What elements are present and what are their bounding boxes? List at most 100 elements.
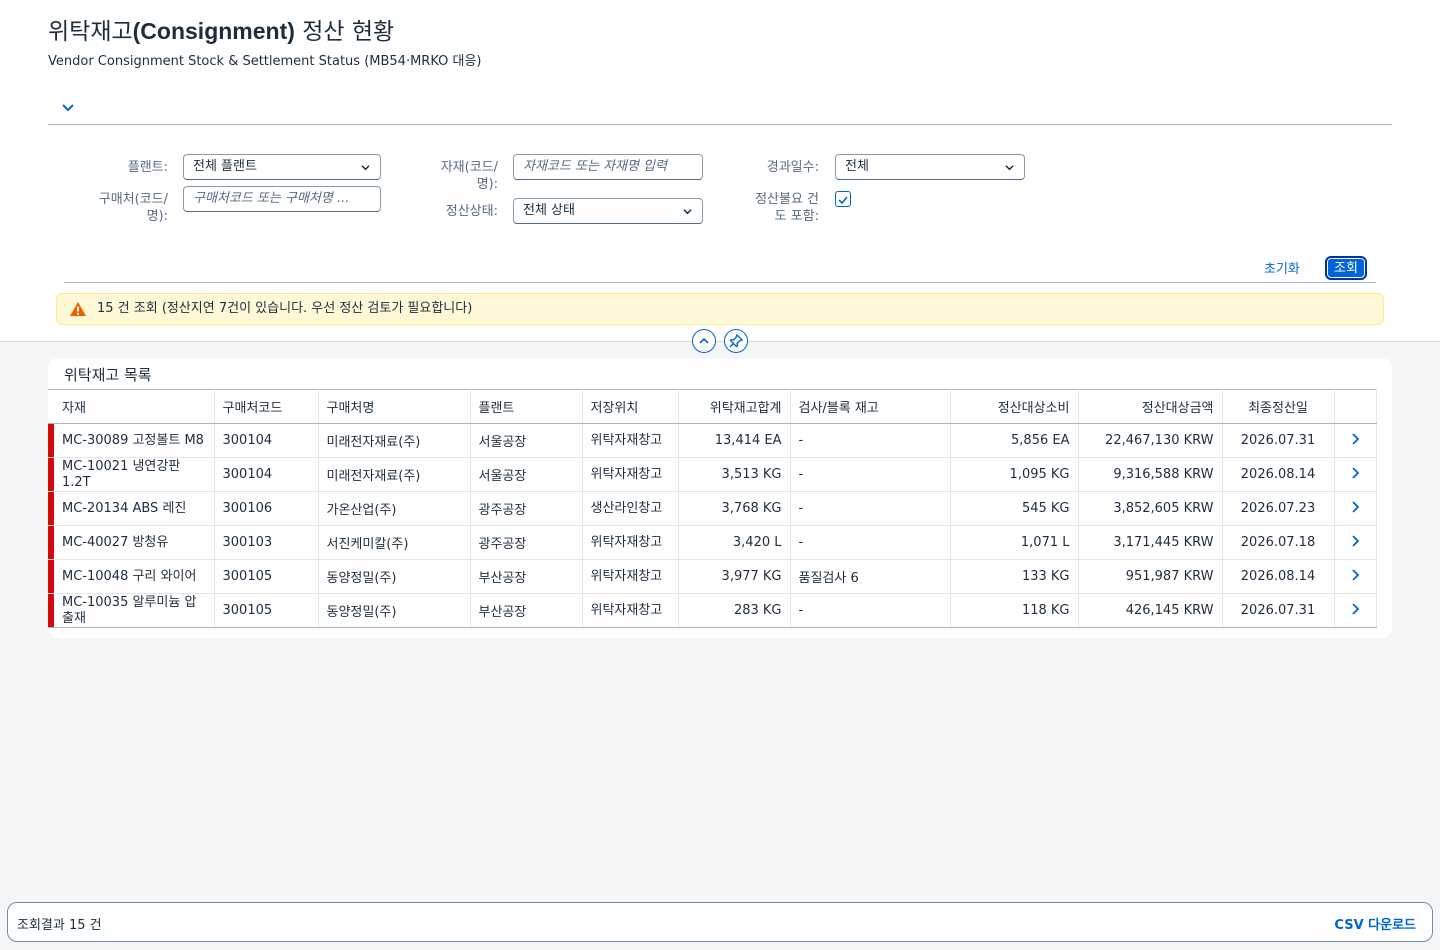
- table-title: 위탁재고 목록: [64, 366, 152, 384]
- blocked-stock-cell: -: [790, 457, 951, 492]
- material-cell: MC-10035 알루미늄 압출재: [54, 593, 215, 628]
- settlement-consumption-cell: 1,095 KG: [950, 457, 1079, 492]
- vendor-name-cell: 동양정밀(주): [318, 559, 471, 594]
- material-cell: MC-40027 방청유: [54, 525, 215, 560]
- include-label: 정산불요 건도 포함:: [755, 192, 819, 224]
- plant-cell: 서울공장: [470, 423, 583, 458]
- table-header-row: 자재 구매처코드 구매처명 플랜트 저장위치 위탁재고합계 검사/블록 재고 정…: [48, 389, 1377, 424]
- settlement-consumption-cell: 133 KG: [950, 559, 1079, 594]
- storage-location-cell: 생산라인창고: [582, 491, 679, 526]
- consignment-table-panel: 위탁재고 목록 자재 구매처코드 구매처명 플랜트 저장위치 위탁재고합계 검사…: [48, 358, 1392, 638]
- table-row[interactable]: MC-30089 고정볼트 M8 300104 미래전자재료(주) 서울공장 위탁자재창…: [48, 423, 1377, 458]
- table-row[interactable]: MC-10021 냉연강판 1.2T 300104 미래전자재료(주) 서울공장 위탁자…: [48, 457, 1377, 492]
- expand-header-button[interactable]: [58, 97, 78, 117]
- row-navigation[interactable]: [1334, 457, 1377, 492]
- table-row[interactable]: MC-10035 알루미늄 압출재 300105 동양정밀(주) 부산공장 위탁자재창고…: [48, 593, 1377, 628]
- warning-message-strip: 15 건 조회 (정산지연 7건이 있습니다. 우선 정산 검토가 필요합니다): [56, 293, 1384, 325]
- elapsed-days-value: 전체: [845, 159, 869, 174]
- vendor-name-cell: 미래전자재료(주): [318, 457, 471, 492]
- vendor-code-cell: 300104: [214, 457, 319, 492]
- row-navigation[interactable]: [1334, 491, 1377, 526]
- last-settlement-date-cell: 2026.07.31: [1222, 593, 1335, 628]
- plant-label: 플랜트:: [127, 160, 168, 175]
- storage-location-cell: 위탁자재창고: [582, 423, 679, 458]
- material-label: 자재(코드/명):: [440, 160, 498, 192]
- column-header[interactable]: 정산대상금액: [1078, 389, 1223, 424]
- collapse-header-button[interactable]: [692, 329, 716, 353]
- table-row[interactable]: MC-10048 구리 와이어 300105 동양정밀(주) 부산공장 위탁자재창고 3,…: [48, 559, 1377, 594]
- vendor-name-cell: 가온산업(주): [318, 491, 471, 526]
- storage-location-cell: 위탁자재창고: [582, 525, 679, 560]
- column-header[interactable]: 구매처코드: [214, 389, 319, 424]
- vendor-label: 구매처(코드/명):: [98, 192, 168, 224]
- column-header[interactable]: 검사/블록 재고: [790, 389, 951, 424]
- column-header[interactable]: 위탁재고합계: [678, 389, 791, 424]
- material-cell: MC-10021 냉연강판 1.2T: [54, 457, 215, 492]
- vendor-code-cell: 300104: [214, 423, 319, 458]
- filter-divider: [64, 282, 1376, 283]
- plant-cell: 광주공장: [470, 525, 583, 560]
- vendor-code-cell: 300103: [214, 525, 319, 560]
- column-header[interactable]: 플랜트: [470, 389, 583, 424]
- plant-cell: 광주공장: [470, 491, 583, 526]
- last-settlement-date-cell: 2026.08.14: [1222, 457, 1335, 492]
- page-header: 위탁재고(Consignment) 정산 현황 Vendor Consignme…: [0, 0, 1440, 342]
- column-header[interactable]: 자재: [54, 389, 215, 424]
- csv-download-button[interactable]: CSV 다운로드: [1334, 914, 1416, 933]
- consignment-stock-cell: 3,513 KG: [678, 457, 791, 492]
- plant-cell: 서울공장: [470, 457, 583, 492]
- consignment-stock-cell: 13,414 EA: [678, 423, 791, 458]
- settlement-amount-cell: 3,171,445 KRW: [1078, 525, 1223, 560]
- row-navigation[interactable]: [1334, 593, 1377, 628]
- vendor-input[interactable]: 구매처코드 또는 구매처명 ...: [183, 186, 381, 212]
- material-input[interactable]: 자재코드 또는 자재명 입력: [513, 154, 703, 180]
- storage-location-cell: 위탁자재창고: [582, 559, 679, 594]
- table-row[interactable]: MC-40027 방청유 300103 서진케미칼(주) 광주공장 위탁자재창고 3,42…: [48, 525, 1377, 560]
- last-settlement-date-cell: 2026.07.18: [1222, 525, 1335, 560]
- column-header[interactable]: 정산대상소비: [950, 389, 1079, 424]
- warning-message-text: 15 건 조회 (정산지연 7건이 있습니다. 우선 정산 검토가 필요합니다): [97, 301, 473, 316]
- settlement-consumption-cell: 5,856 EA: [950, 423, 1079, 458]
- pin-header-button[interactable]: [724, 329, 748, 353]
- blocked-stock-cell: -: [790, 423, 951, 458]
- settlement-consumption-cell: 1,071 L: [950, 525, 1079, 560]
- elapsed-days-select[interactable]: 전체: [835, 154, 1025, 180]
- consignment-stock-cell: 3,977 KG: [678, 559, 791, 594]
- settlement-amount-cell: 22,467,130 KRW: [1078, 423, 1223, 458]
- row-navigation[interactable]: [1334, 559, 1377, 594]
- blocked-stock-cell: -: [790, 593, 951, 628]
- vendor-code-cell: 300105: [214, 593, 319, 628]
- status-select-value: 전체 상태: [523, 203, 575, 218]
- chevron-up-icon: [699, 337, 709, 344]
- result-count: 조회결과 15 건: [17, 918, 102, 933]
- column-header[interactable]: 최종정산일: [1222, 389, 1335, 424]
- table-row[interactable]: MC-20134 ABS 레진 300106 가온산업(주) 광주공장 생산라인창고 3,…: [48, 491, 1377, 526]
- column-header[interactable]: 저장위치: [582, 389, 679, 424]
- page-subtitle: Vendor Consignment Stock & Settlement St…: [48, 54, 482, 69]
- row-navigation[interactable]: [1334, 525, 1377, 560]
- column-header[interactable]: 구매처명: [318, 389, 471, 424]
- consignment-stock-cell: 3,420 L: [678, 525, 791, 560]
- elapsed-days-label: 경과일수:: [766, 160, 819, 175]
- chevron-right-icon: [1352, 534, 1359, 547]
- plant-cell: 부산공장: [470, 593, 583, 628]
- chevron-down-icon: [62, 104, 74, 112]
- include-checkbox[interactable]: [835, 191, 851, 207]
- header-divider: [48, 124, 1392, 125]
- settlement-amount-cell: 426,145 KRW: [1078, 593, 1223, 628]
- status-label: 정산상태:: [445, 204, 498, 219]
- row-navigation[interactable]: [1334, 423, 1377, 458]
- vendor-name-cell: 동양정밀(주): [318, 593, 471, 628]
- consignment-stock-cell: 3,768 KG: [678, 491, 791, 526]
- plant-select[interactable]: 전체 플랜트: [183, 154, 381, 180]
- chevron-down-icon: [1005, 165, 1014, 171]
- status-select[interactable]: 전체 상태: [513, 198, 703, 224]
- vendor-name-cell: 서진케미칼(주): [318, 525, 471, 560]
- search-button[interactable]: 조회: [1325, 256, 1367, 280]
- reset-button[interactable]: 초기화: [1264, 258, 1300, 277]
- material-cell: MC-20134 ABS 레진: [54, 491, 215, 526]
- last-settlement-date-cell: 2026.08.14: [1222, 559, 1335, 594]
- last-settlement-date-cell: 2026.07.31: [1222, 423, 1335, 458]
- settlement-amount-cell: 951,987 KRW: [1078, 559, 1223, 594]
- chevron-right-icon: [1352, 602, 1359, 615]
